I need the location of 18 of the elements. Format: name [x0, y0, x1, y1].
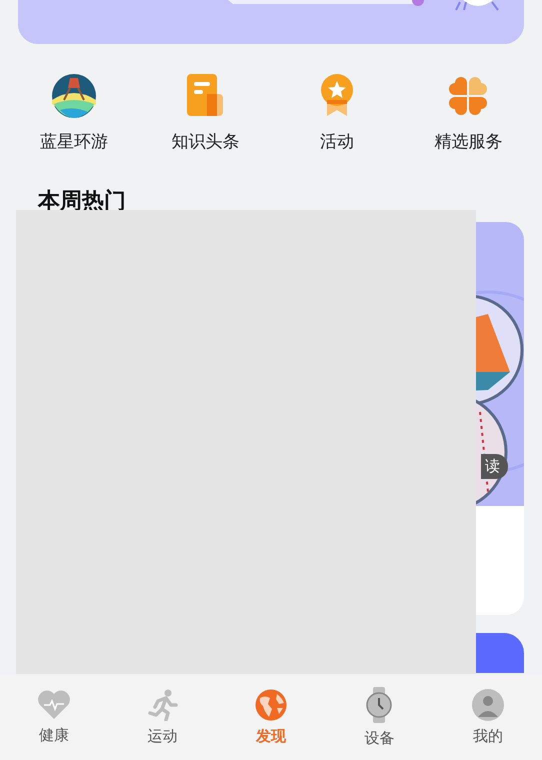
heart-icon	[37, 690, 72, 720]
runner-icon	[148, 689, 178, 721]
planet-walker-icon	[52, 74, 96, 118]
globe-icon	[254, 689, 287, 721]
read-tag: 读	[481, 454, 508, 479]
nav-tab[interactable]: 我的	[434, 675, 542, 760]
medal-icon	[318, 74, 355, 118]
nav-tab[interactable]: 运动	[108, 675, 217, 760]
nav-tab[interactable]: 健康	[0, 675, 108, 760]
clover-icon	[449, 74, 488, 118]
nav-tab[interactable]: 设备	[325, 675, 434, 760]
shortcut-label[interactable]: 活动	[320, 130, 354, 153]
shortcut-label[interactable]: 蓝星环游	[40, 130, 108, 153]
avatar-icon	[472, 689, 504, 721]
shortcut-label[interactable]: 精选服务	[434, 130, 502, 153]
document-icon	[185, 74, 226, 118]
shortcut-label[interactable]: 知识头条	[171, 130, 240, 153]
watch-icon	[365, 687, 394, 723]
